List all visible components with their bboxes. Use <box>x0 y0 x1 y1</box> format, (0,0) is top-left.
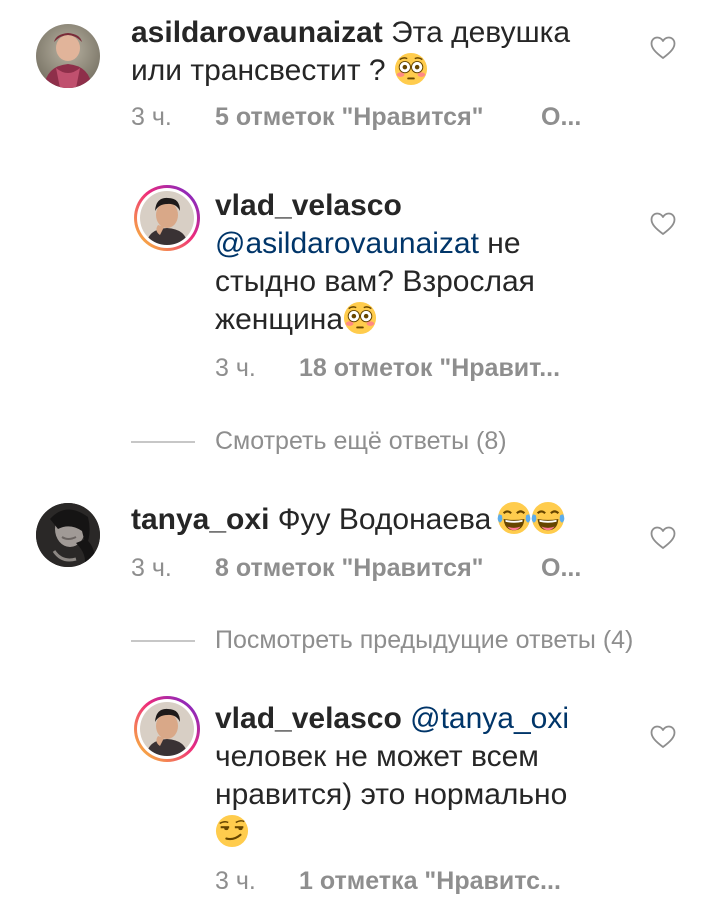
flushed-face-emoji <box>343 301 377 335</box>
reply-vlad-velasco-2: vlad_velasco @tanya_oxi человек не может… <box>0 690 720 899</box>
view-more-replies-button[interactable]: Смотреть ещё ответы (8) <box>215 427 507 456</box>
tears-of-joy-emoji <box>531 501 565 535</box>
comment-body: женщина <box>215 303 344 336</box>
heart-icon[interactable] <box>650 725 676 749</box>
likes-count[interactable]: 5 отметок "Нравится" <box>215 103 484 132</box>
comment-text: tanya_oxi Фуу Водонаева <box>131 501 631 539</box>
avatar[interactable] <box>36 24 100 88</box>
comment-time: 3 ч. <box>131 103 172 131</box>
heart-icon[interactable] <box>650 212 676 236</box>
comment-meta: 3 ч. 5 отметок "Нравится" О... <box>131 103 581 132</box>
comment-body: Фуу Водонаева <box>277 503 492 536</box>
comment-body: или трансвестит ? <box>131 54 386 87</box>
comment-tanya-oxi: tanya_oxi Фуу Водонаева 3 ч. 8 отметок "… <box>0 490 720 600</box>
mention-link[interactable]: @asildarovaunaizat <box>215 227 479 260</box>
comment-body: Эта девушка <box>391 16 571 49</box>
divider-line <box>131 441 195 443</box>
comment-body: не <box>478 227 521 260</box>
avatar-story-ring[interactable] <box>134 696 200 762</box>
tears-of-joy-emoji <box>497 501 531 535</box>
avatar[interactable] <box>36 503 100 567</box>
comment-body: нравится) это нормально <box>215 778 568 811</box>
comment-username[interactable]: asildarovaunaizat <box>131 16 383 49</box>
likes-count[interactable]: 1 отметка "Нравитс... <box>299 867 561 896</box>
divider-line <box>131 640 195 642</box>
comment-username[interactable]: vlad_velasco <box>215 189 402 222</box>
comment-body: стыдно вам? Взрослая <box>215 265 535 298</box>
likes-count[interactable]: 18 отметок "Нравит... <box>299 354 560 383</box>
view-previous-replies-button[interactable]: Посмотреть предыдущие ответы (4) <box>215 626 633 655</box>
comment-time: 3 ч. <box>131 554 172 582</box>
reply-button[interactable]: О... <box>541 554 581 583</box>
comment-meta: 3 ч. 1 отметка "Нравитс... <box>215 867 561 896</box>
comment-username[interactable]: vlad_velasco <box>215 702 402 735</box>
mention-link[interactable]: @tanya_oxi <box>410 702 569 735</box>
comment-asildarovaunaizat: asildarovaunaizat Эта девушка или трансв… <box>0 0 720 150</box>
avatar-story-ring[interactable] <box>134 185 200 251</box>
comment-time: 3 ч. <box>215 867 256 895</box>
comment-username[interactable]: tanya_oxi <box>131 503 269 536</box>
flushed-face-emoji <box>394 52 428 86</box>
reply-vlad-velasco: vlad_velasco @asildarovaunaizat не стыдн… <box>0 150 720 410</box>
avatar <box>140 702 194 756</box>
avatar <box>140 191 194 245</box>
comment-body: человек не может всем <box>215 740 539 773</box>
likes-count[interactable]: 8 отметок "Нравится" <box>215 554 484 583</box>
comment-meta: 3 ч. 18 отметок "Нравит... <box>215 354 560 383</box>
heart-icon[interactable] <box>650 36 676 60</box>
heart-icon[interactable] <box>650 526 676 550</box>
reply-button[interactable]: О... <box>541 103 581 132</box>
comment-text: vlad_velasco @asildarovaunaizat не стыдн… <box>215 187 615 339</box>
comment-time: 3 ч. <box>215 354 256 382</box>
comment-meta: 3 ч. 8 отметок "Нравится" О... <box>131 554 581 583</box>
comment-text: asildarovaunaizat Эта девушка или трансв… <box>131 14 601 90</box>
smirking-face-emoji <box>215 814 249 848</box>
comment-text: vlad_velasco @tanya_oxi человек не может… <box>215 700 635 852</box>
